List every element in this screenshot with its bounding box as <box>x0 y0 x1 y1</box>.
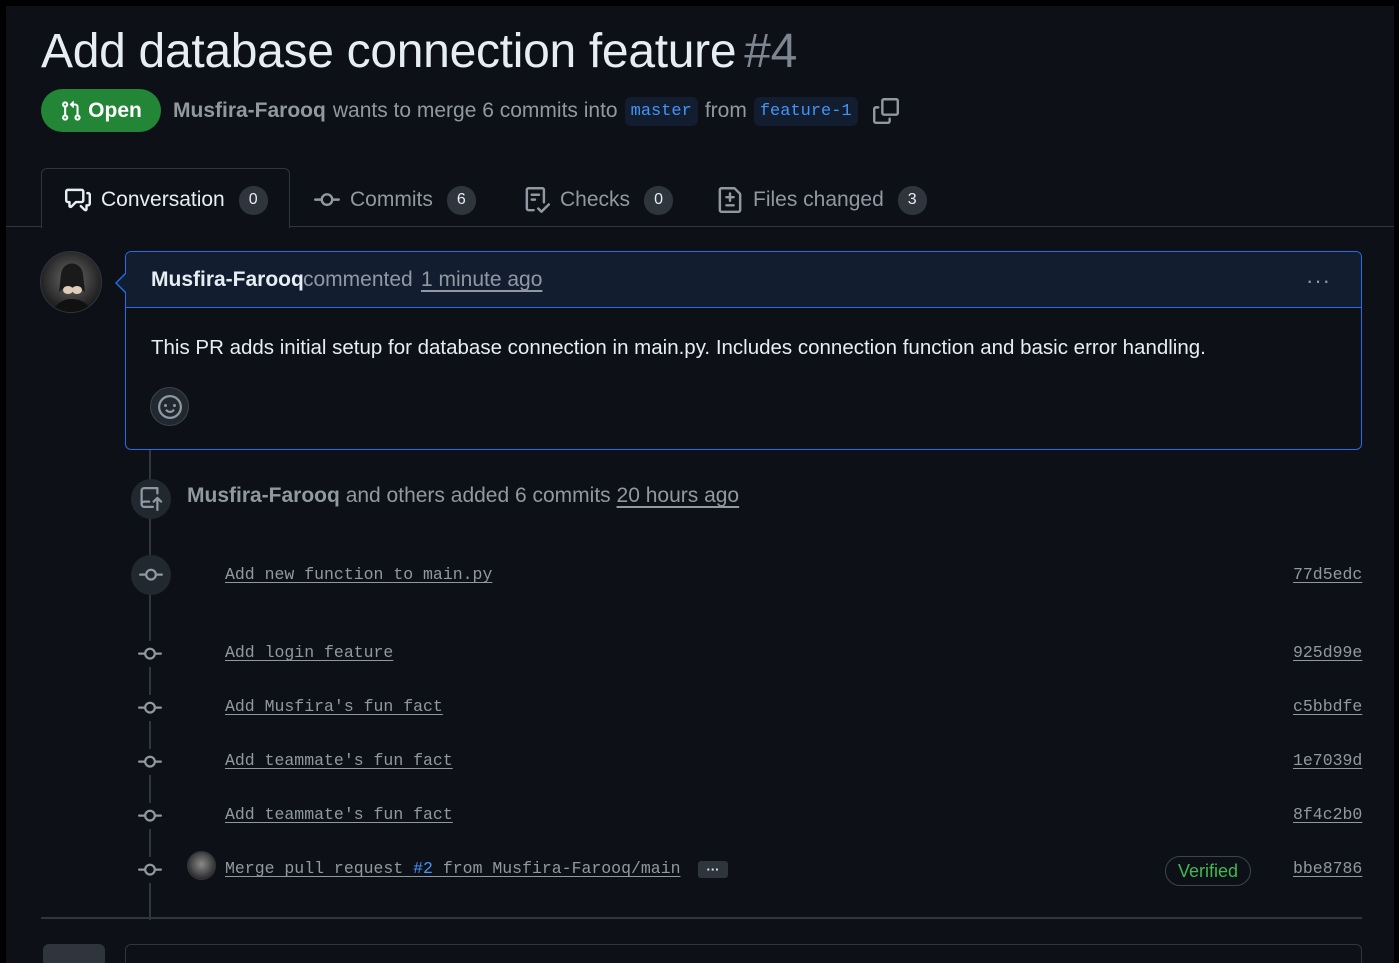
git-commit-icon <box>138 647 162 660</box>
tab-files-changed-count: 3 <box>897 185 927 215</box>
pr-reference-link[interactable]: #2 <box>413 859 433 878</box>
comment-action: commented <box>303 268 413 291</box>
git-commit-icon <box>138 701 162 714</box>
commit-sha[interactable]: bbe8786 <box>1293 859 1362 878</box>
comment-pointer-inner <box>117 273 127 293</box>
copy-icon[interactable] <box>872 98 899 124</box>
commit-message[interactable]: Add teammate's fun fact <box>225 751 453 770</box>
comment-body: This PR adds initial setup for database … <box>151 336 1206 359</box>
pr-number: #4 <box>744 25 798 78</box>
commit-node <box>137 695 163 721</box>
timeline-divider <box>41 917 1362 919</box>
smiley-icon <box>157 394 182 419</box>
pr-title-text: Add database connection feature <box>41 25 737 78</box>
kebab-horizontal-icon[interactable]: ··· <box>1306 268 1336 293</box>
commit-message[interactable]: Merge pull request #2 from Musfira-Faroo… <box>225 859 681 878</box>
comment-card: Musfira-Farooq commented 1 minute ago ··… <box>125 251 1362 450</box>
tab-checks-label: Checks <box>560 188 631 211</box>
pr-subline: Musfira-Farooq wants to merge 6 commits … <box>173 94 899 128</box>
expand-commit-message-button[interactable]: ··· <box>698 861 728 878</box>
commit-sha[interactable]: 1e7039d <box>1293 751 1362 770</box>
git-commit-icon <box>138 863 162 876</box>
comment-author[interactable]: Musfira-Farooq <box>151 268 304 292</box>
next-timeline-card <box>125 944 1362 963</box>
avatar <box>43 944 105 963</box>
tab-commits-label: Commits <box>350 188 433 211</box>
avatar[interactable] <box>40 251 102 313</box>
base-branch[interactable]: master <box>624 96 698 126</box>
push-description: and others added 6 commits <box>345 484 611 507</box>
state-badge-open: Open <box>41 89 161 132</box>
pr-title: Add database connection feature #4 <box>41 24 797 79</box>
from-text: from <box>704 99 747 122</box>
commit-node <box>137 803 163 829</box>
commit-message[interactable]: Add teammate's fun fact <box>225 805 453 824</box>
git-commit-icon <box>138 809 162 822</box>
commit-sha[interactable]: 77d5edc <box>1293 565 1362 584</box>
push-event-badge <box>131 479 171 519</box>
checklist-icon <box>525 187 550 213</box>
push-time[interactable]: 20 hours ago <box>617 484 740 507</box>
add-reaction-button[interactable] <box>150 387 189 426</box>
tab-checks-count: 0 <box>644 185 674 215</box>
commit-message[interactable]: Add login feature <box>225 643 393 662</box>
tab-commits-count: 6 <box>446 185 476 215</box>
tab-checks[interactable]: Checks 0 <box>524 183 674 217</box>
commit-sha[interactable]: 925d99e <box>1293 643 1362 662</box>
git-pull-request-icon <box>62 100 81 121</box>
commit-message[interactable]: Add Musfira's fun fact <box>225 697 443 716</box>
comment-discussion-icon <box>65 188 91 212</box>
pr-author-link[interactable]: Musfira-Farooq <box>173 99 326 123</box>
git-commit-icon <box>314 193 340 207</box>
push-author[interactable]: Musfira-Farooq <box>187 484 340 507</box>
tab-commits[interactable]: Commits 6 <box>314 183 476 217</box>
avatar[interactable] <box>187 851 216 880</box>
git-commit-icon <box>139 568 163 581</box>
head-branch[interactable]: feature-1 <box>753 96 858 126</box>
commit-node <box>137 749 163 775</box>
commit-node <box>137 641 163 667</box>
commit-sha[interactable]: c5bbdfe <box>1293 697 1362 716</box>
commit-sha[interactable]: 8f4c2b0 <box>1293 805 1362 824</box>
state-label: Open <box>88 98 142 122</box>
avatar-image <box>53 263 91 312</box>
commit-node <box>137 857 163 883</box>
verified-badge[interactable]: Verified <box>1165 856 1251 886</box>
tab-files-changed-label: Files changed <box>753 188 884 211</box>
tab-conversation-label: Conversation <box>101 188 225 211</box>
pull-request-page: Add database connection feature #4 Open M… <box>6 6 1394 963</box>
push-event-text: Musfira-Farooq and others added 6 commit… <box>187 484 739 508</box>
commit-message[interactable]: Add new function to main.py <box>225 565 492 584</box>
merge-message-end: from Musfira-Farooq/main <box>442 859 681 878</box>
tab-conversation[interactable]: Conversation 0 <box>65 183 268 217</box>
merge-text: wants to merge 6 commits into <box>332 99 618 122</box>
merge-message-start: Merge pull request <box>225 859 404 878</box>
file-diff-icon <box>718 187 742 213</box>
tab-files-changed[interactable]: Files changed 3 <box>717 183 927 217</box>
tab-conversation-count: 0 <box>238 185 268 215</box>
timeline-line <box>149 450 151 920</box>
commit-badge <box>131 555 171 595</box>
comment-time[interactable]: 1 minute ago <box>421 268 542 292</box>
git-commit-icon <box>138 755 162 768</box>
repo-push-icon <box>140 487 163 511</box>
